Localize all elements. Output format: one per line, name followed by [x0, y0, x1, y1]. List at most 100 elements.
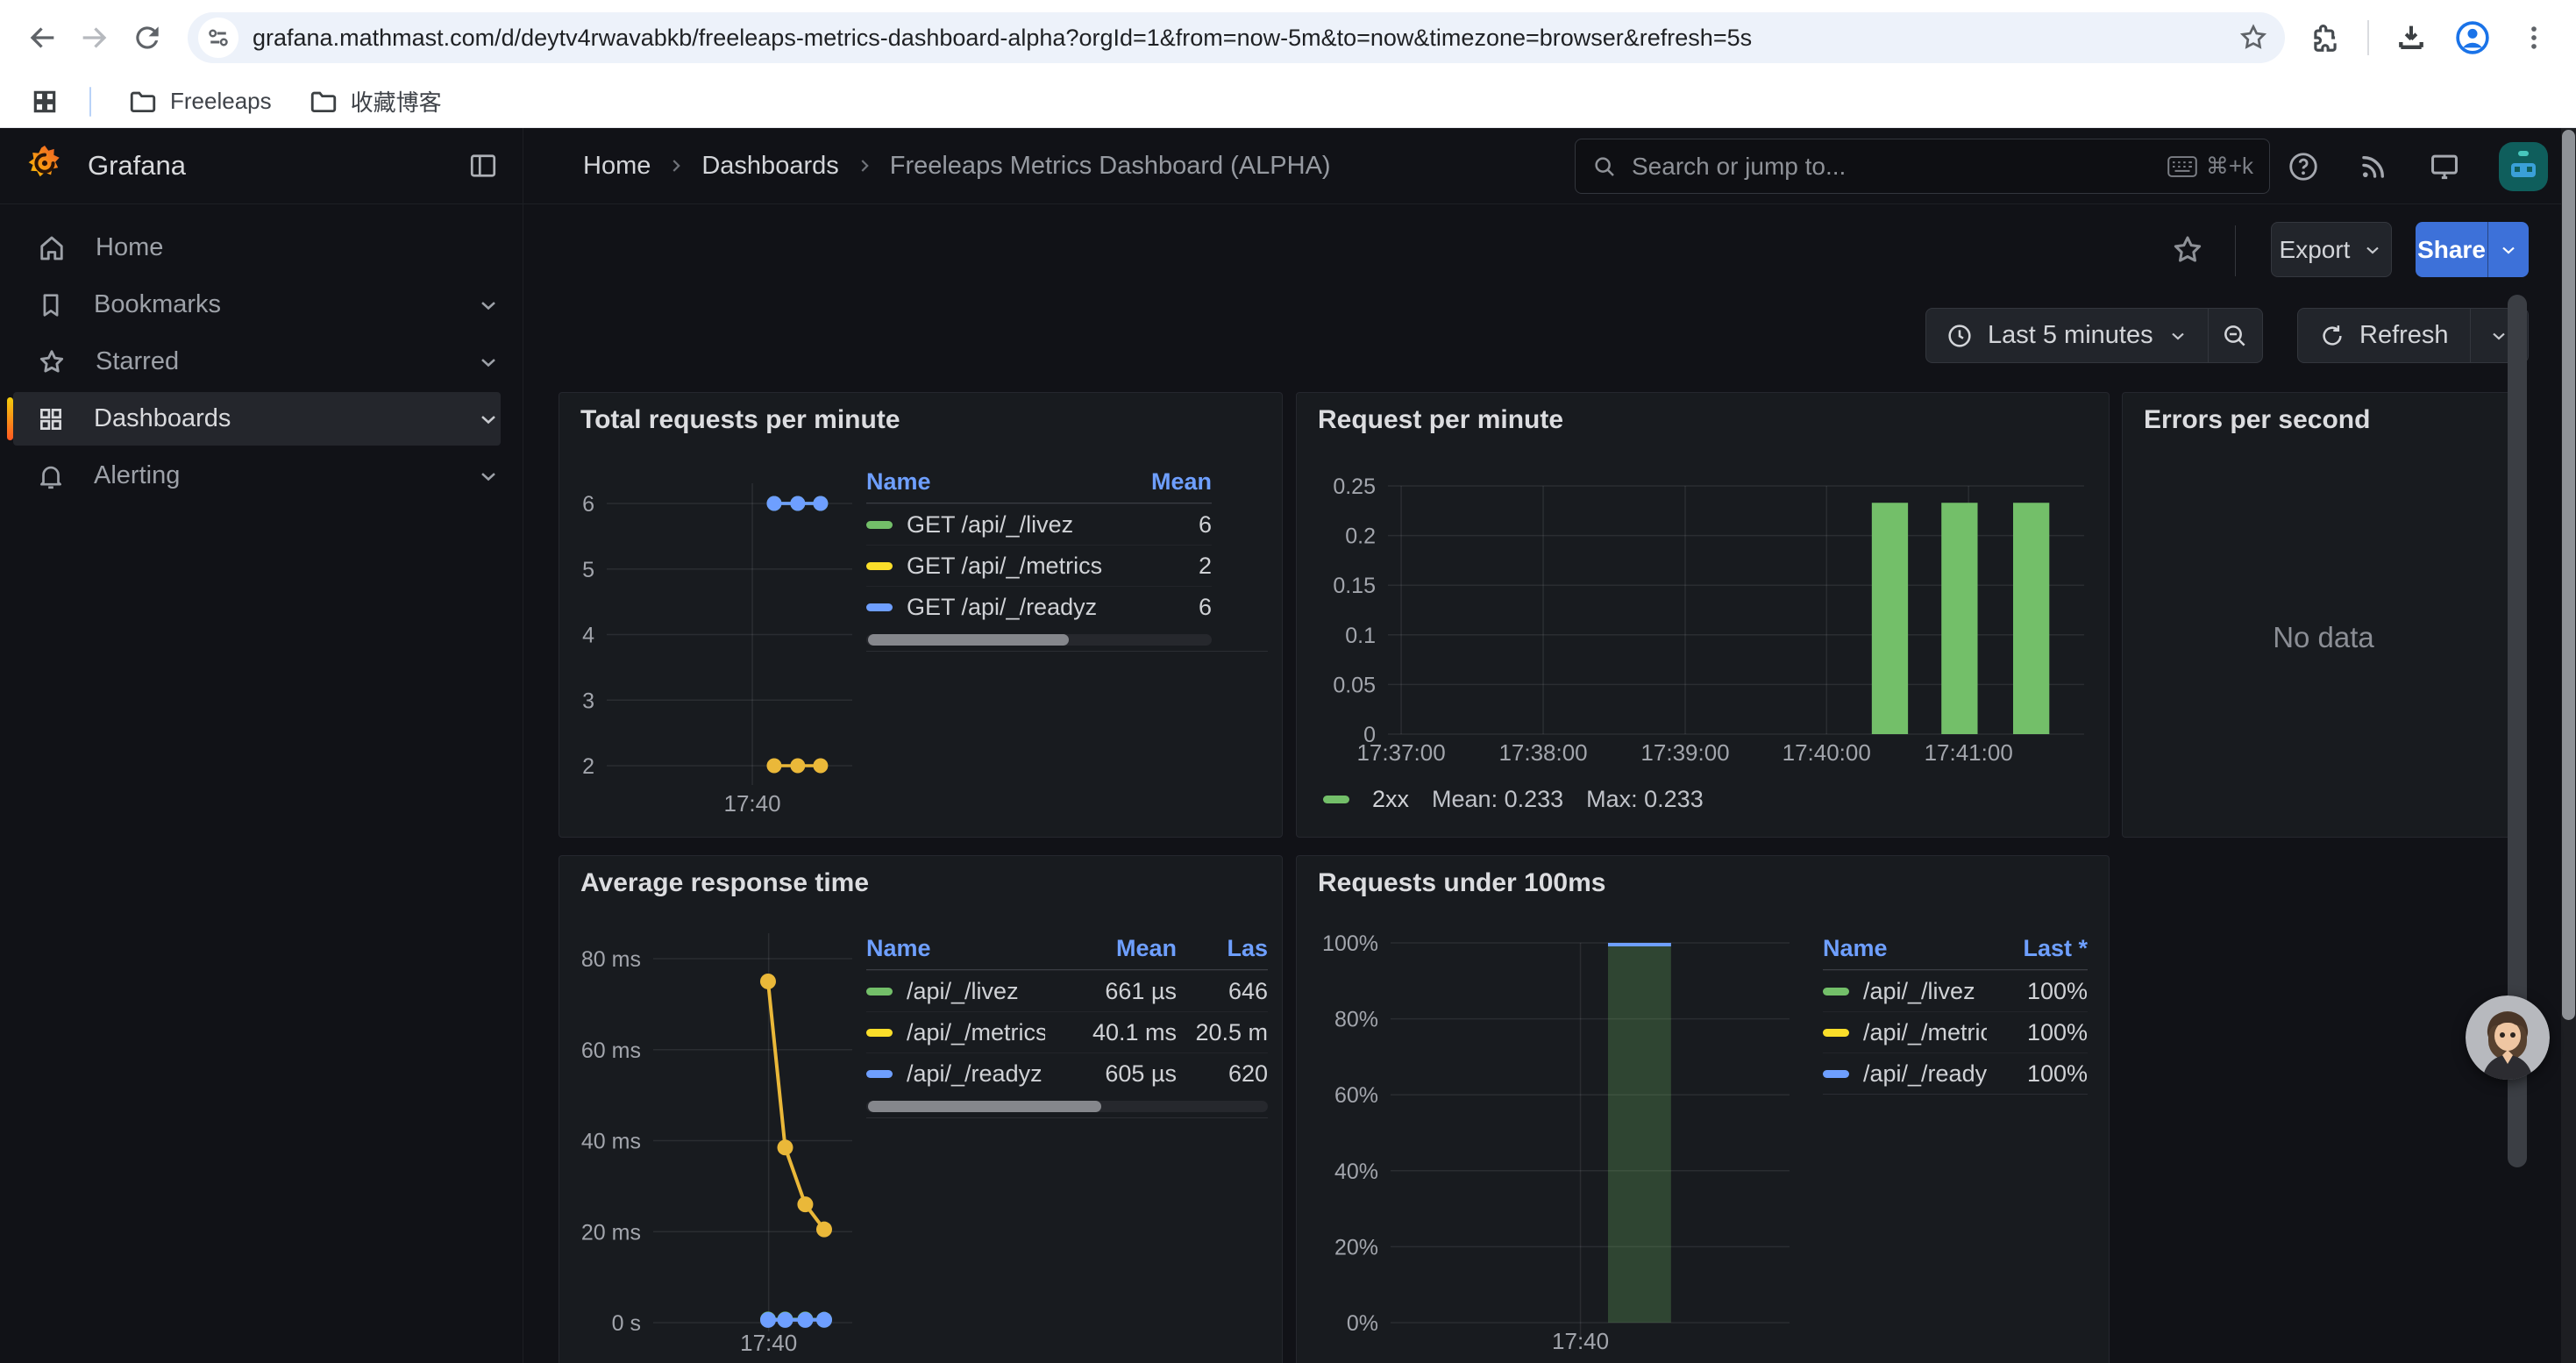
forward-icon	[77, 20, 112, 55]
breadcrumb-home[interactable]: Home	[583, 152, 651, 181]
legend-series[interactable]: /api/_/metrics	[866, 1019, 1045, 1046]
legend-series[interactable]: /api/_/livez	[1823, 978, 1987, 1005]
legend-header-name[interactable]: Name	[866, 935, 1045, 962]
monitor-icon[interactable]	[2427, 150, 2462, 183]
legend-scrollbar-thumb[interactable]	[868, 1101, 1101, 1112]
chevron-down-icon[interactable]	[476, 464, 501, 489]
panel-request-per-minute[interactable]: Request per minute 0.250.20.150.10.05017…	[1296, 392, 2110, 838]
sidebar-brand-row: Grafana	[0, 128, 523, 204]
assistant-floating-avatar[interactable]	[2466, 995, 2550, 1080]
bookmarks-bar: Freeleaps 收藏博客	[0, 75, 2576, 128]
extensions-button[interactable]	[2299, 11, 2352, 64]
legend-value: 646	[1177, 978, 1268, 1005]
user-avatar[interactable]	[2499, 142, 2548, 191]
legend-series[interactable]: GET /api/_/metrics	[866, 553, 1133, 580]
legend-scrollbar[interactable]	[866, 1101, 1268, 1112]
browser-chrome: grafana.mathmast.com/d/deytv4rwavabkb/fr…	[0, 0, 2576, 128]
panel-title[interactable]: Errors per second	[2144, 405, 2370, 435]
legend-scrollbar-thumb[interactable]	[868, 634, 1069, 646]
legend-series[interactable]: /api/_/metrics	[1823, 1019, 1987, 1046]
chrome-action-icons	[2299, 11, 2560, 64]
grafana-brand-name[interactable]: Grafana	[88, 150, 467, 182]
export-button[interactable]: Export	[2271, 222, 2392, 277]
bookmark-folder-blogs[interactable]: 收藏博客	[295, 78, 456, 125]
series-name: /api/_/livez	[907, 978, 1019, 1005]
toolbar-divider	[2235, 225, 2236, 276]
panel-title[interactable]: Request per minute	[1318, 405, 1563, 435]
svg-text:17:37:00: 17:37:00	[1356, 739, 1445, 766]
panel-title[interactable]: Total requests per minute	[580, 405, 900, 435]
breadcrumb-dashboards[interactable]: Dashboards	[701, 152, 838, 181]
sidebar-item-dashboards[interactable]: Dashboards	[13, 392, 501, 446]
panel-total-requests-per-minute[interactable]: Total requests per minute 6543217:40 Nam…	[559, 392, 1283, 838]
legend-series[interactable]: /api/_/readyz	[1823, 1060, 1987, 1088]
legend-header-row: NameMeanLas	[866, 928, 1268, 970]
sidebar-toggle-icon[interactable]	[467, 150, 499, 182]
folder-icon	[128, 87, 158, 117]
panel-title[interactable]: Requests under 100ms	[1318, 868, 1605, 898]
time-controls-bar: Last 5 minutes R	[523, 301, 2576, 380]
favorite-dashboard-star-icon[interactable]	[2170, 232, 2205, 268]
svg-text:20%: 20%	[1334, 1235, 1378, 1260]
browser-menu-button[interactable]	[2508, 11, 2560, 64]
search-input[interactable]: Search or jump to... ⌘+k	[1575, 139, 2270, 194]
sidebar-item-home[interactable]: Home	[13, 221, 501, 275]
time-range-picker[interactable]: Last 5 minutes	[1926, 309, 2208, 362]
refresh-button[interactable]: Refresh	[2298, 309, 2470, 362]
download-icon	[2394, 20, 2429, 55]
panel-errors-per-second[interactable]: Errors per second No data	[2122, 392, 2525, 838]
legend-header-mean[interactable]: Mean	[1133, 468, 1212, 496]
legend-series[interactable]: GET /api/_/livez	[866, 511, 1133, 539]
site-settings-button[interactable]	[198, 18, 238, 58]
svg-text:17:39:00: 17:39:00	[1640, 739, 1729, 766]
chevron-down-icon[interactable]	[476, 350, 501, 375]
chart-average-response-time[interactable]: 80 ms60 ms40 ms20 ms0 s17:40	[570, 917, 861, 1360]
apps-button[interactable]	[23, 80, 67, 124]
panel-title[interactable]: Average response time	[580, 868, 869, 898]
svg-text:17:40: 17:40	[740, 1330, 797, 1356]
chart-requests-under-100ms[interactable]: 100%80%60%40%20%0%17:40	[1307, 909, 1800, 1363]
screenshot-root: grafana.mathmast.com/d/deytv4rwavabkb/fr…	[0, 0, 2576, 1363]
panel-requests-under-100ms[interactable]: Requests under 100ms 100%80%60%40%20%0%1…	[1296, 855, 2110, 1363]
share-menu-button[interactable]	[2487, 222, 2529, 277]
sidebar-item-alerting[interactable]: Alerting	[13, 449, 501, 503]
legend-series[interactable]: /api/_/livez	[866, 978, 1045, 1005]
legend-series[interactable]: GET /api/_/readyz	[866, 594, 1133, 621]
series-name[interactable]: 2xx	[1372, 786, 1409, 813]
sidebar-item-starred[interactable]: Starred	[13, 335, 501, 389]
legend-header-name[interactable]: Name	[866, 468, 1133, 496]
chevron-down-icon[interactable]	[476, 407, 501, 432]
legend-value: 40.1 ms	[1045, 1019, 1177, 1046]
bookmark-page-button[interactable]	[2231, 15, 2276, 61]
sidebar-item-label: Home	[96, 233, 501, 262]
chart-request-per-minute[interactable]: 0.250.20.150.10.05017:37:0017:38:0017:39…	[1307, 467, 2100, 783]
browser-scrollbar[interactable]	[2561, 128, 2576, 1363]
svg-text:0.2: 0.2	[1345, 525, 1376, 549]
browser-scrollbar-thumb[interactable]	[2562, 130, 2575, 1020]
share-button[interactable]: Share	[2416, 222, 2487, 277]
legend-series[interactable]: /api/_/readyz	[866, 1060, 1045, 1088]
zoom-out-button[interactable]	[2208, 309, 2262, 362]
back-button[interactable]	[16, 11, 68, 64]
svg-text:80 ms: 80 ms	[581, 947, 641, 972]
svg-text:5: 5	[582, 558, 594, 582]
downloads-button[interactable]	[2385, 11, 2437, 64]
series-name: /api/_/readyz	[1863, 1060, 1987, 1088]
legend-header-name[interactable]: Name	[1823, 935, 1987, 962]
panel-average-response-time[interactable]: Average response time 80 ms60 ms40 ms20 …	[559, 855, 1283, 1363]
reload-button[interactable]	[121, 11, 174, 64]
bookmark-folder-freeleaps[interactable]: Freeleaps	[114, 80, 286, 124]
forward-button[interactable]	[68, 11, 121, 64]
help-icon[interactable]	[2287, 150, 2320, 183]
legend-header-mean[interactable]: Mean	[1045, 935, 1177, 962]
chart-total-requests[interactable]: 6543217:40	[570, 476, 861, 827]
url-text[interactable]: grafana.mathmast.com/d/deytv4rwavabkb/fr…	[253, 25, 2231, 52]
legend-header-last-[interactable]: Last *	[1987, 935, 2088, 962]
news-rss-icon[interactable]	[2357, 150, 2390, 183]
legend-scrollbar[interactable]	[866, 634, 1212, 646]
chevron-down-icon[interactable]	[476, 293, 501, 318]
url-bar[interactable]: grafana.mathmast.com/d/deytv4rwavabkb/fr…	[188, 12, 2285, 63]
profile-button[interactable]	[2446, 11, 2499, 64]
sidebar-item-bookmarks[interactable]: Bookmarks	[13, 278, 501, 332]
legend-header-las[interactable]: Las	[1177, 935, 1268, 962]
